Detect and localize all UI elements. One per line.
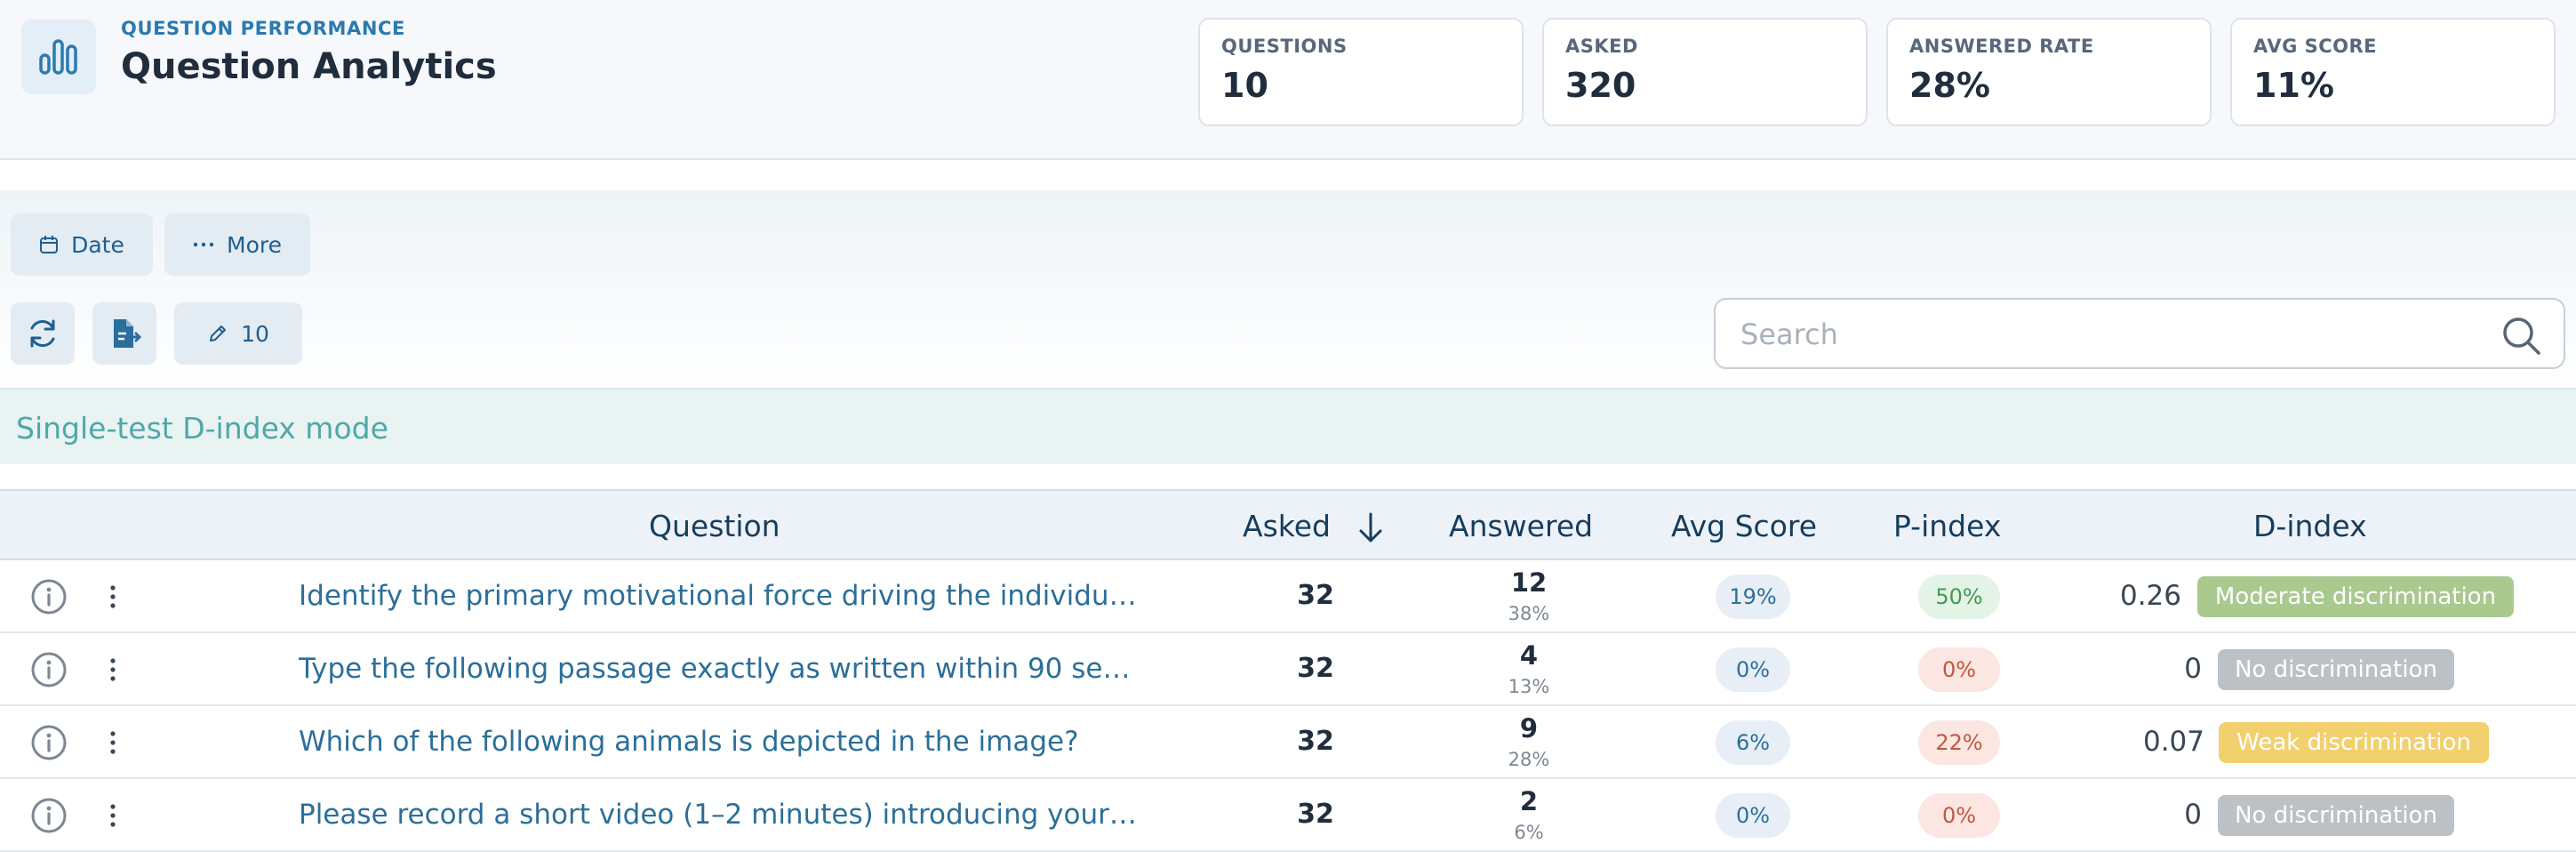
p-index-pill: 0% <box>1918 647 2000 692</box>
row-menu-icon[interactable] <box>105 583 121 610</box>
logo <box>21 20 96 94</box>
p-index-pill: 22% <box>1918 720 2000 765</box>
stat-card-avg-score: AVG SCORE 11% <box>2230 18 2556 126</box>
d-index-badge: No discrimination <box>2218 649 2454 690</box>
stat-label: QUESTIONS <box>1221 36 1348 57</box>
answered-count: 4 <box>1519 640 1539 671</box>
asked-count: 32 <box>1297 580 1334 611</box>
question-count-button[interactable]: 10 <box>174 302 302 365</box>
page-header: QUESTION PERFORMANCE Question Analytics … <box>0 0 2576 160</box>
stat-card-questions: QUESTIONS 10 <box>1198 18 1524 126</box>
d-index-value: 0 <box>2184 653 2202 685</box>
table-row[interactable]: Identify the primary motivational force … <box>0 560 2576 633</box>
avg-score-pill: 0% <box>1716 647 1790 692</box>
answered-count: 12 <box>1510 567 1548 598</box>
calendar-icon <box>40 236 59 253</box>
more-filters-button[interactable]: More <box>164 213 310 276</box>
info-icon[interactable] <box>30 651 68 688</box>
date-filter-label: Date <box>71 231 124 258</box>
stat-value: 11% <box>2253 66 2334 105</box>
question-link[interactable]: Identify the primary motivational force … <box>299 580 1143 612</box>
sort-desc-arrow-icon[interactable] <box>1353 510 1388 546</box>
row-menu-icon[interactable] <box>105 729 121 756</box>
mode-banner-text: Single-test D-index mode <box>16 411 388 446</box>
question-count-label: 10 <box>241 320 269 347</box>
more-filters-label: More <box>227 231 282 258</box>
search-icon[interactable] <box>2500 314 2542 357</box>
table-row[interactable]: Which of the following animals is depict… <box>0 706 2576 779</box>
d-index-value: 0.07 <box>2142 726 2204 758</box>
refresh-button[interactable] <box>11 302 75 365</box>
p-index-pill: 0% <box>1918 793 2000 838</box>
stat-card-answered-rate: ANSWERED RATE 28% <box>1886 18 2212 126</box>
pencil-icon <box>210 326 227 342</box>
answered-percent: 28% <box>1508 749 1550 770</box>
stat-value: 320 <box>1565 66 1636 105</box>
asked-count: 32 <box>1297 799 1334 830</box>
asked-count: 32 <box>1297 653 1334 684</box>
export-file-icon <box>114 319 141 348</box>
avg-score-pill: 0% <box>1716 793 1790 838</box>
answered-count: 9 <box>1519 713 1539 743</box>
more-dots-icon <box>193 242 214 247</box>
info-icon[interactable] <box>30 578 68 615</box>
table-row[interactable]: Type the following passage exactly as wr… <box>0 633 2576 706</box>
p-index-pill: 50% <box>1918 575 2000 619</box>
date-filter-button[interactable]: Date <box>11 213 153 276</box>
d-index-value: 0 <box>2184 799 2202 831</box>
refresh-icon <box>30 319 55 348</box>
stat-label: ANSWERED RATE <box>1909 36 2094 57</box>
avg-score-pill: 19% <box>1716 575 1790 619</box>
d-index-badge: No discrimination <box>2218 795 2454 836</box>
d-index-badge: Weak discrimination <box>2219 722 2489 763</box>
info-icon[interactable] <box>30 797 68 834</box>
mode-banner: Single-test D-index mode <box>0 388 2576 464</box>
answered-percent: 13% <box>1508 676 1550 697</box>
stat-label: ASKED <box>1565 36 1638 57</box>
answered-percent: 38% <box>1508 603 1550 624</box>
column-header-d-index[interactable]: D-index <box>2253 509 2367 543</box>
d-index-value: 0.26 <box>2119 580 2181 612</box>
column-header-question[interactable]: Question <box>649 509 780 543</box>
search-box <box>1714 298 2565 369</box>
search-input[interactable] <box>1740 316 2469 353</box>
answered-count: 2 <box>1519 786 1539 816</box>
column-header-avg-score[interactable]: Avg Score <box>1671 509 1817 543</box>
asked-count: 32 <box>1297 726 1334 757</box>
question-link[interactable]: Please record a short video (1–2 minutes… <box>299 799 1143 831</box>
stat-card-asked: ASKED 320 <box>1542 18 1868 126</box>
row-menu-icon[interactable] <box>105 656 121 683</box>
export-button[interactable] <box>92 302 156 365</box>
stat-label: AVG SCORE <box>2253 36 2378 57</box>
answered-percent: 6% <box>1514 822 1544 843</box>
stat-value: 28% <box>1909 66 1990 105</box>
table-header: Question Asked Answered Avg Score P-inde… <box>0 489 2576 560</box>
question-link[interactable]: Which of the following animals is depict… <box>299 726 1143 758</box>
column-header-answered[interactable]: Answered <box>1449 509 1593 543</box>
bar-chart-icon <box>39 39 77 75</box>
table-row[interactable]: Please record a short video (1–2 minutes… <box>0 779 2576 852</box>
page-title: Question Analytics <box>121 46 497 87</box>
page-eyebrow: QUESTION PERFORMANCE <box>121 18 406 39</box>
stat-value: 10 <box>1221 66 1268 105</box>
avg-score-pill: 6% <box>1716 720 1790 765</box>
row-menu-icon[interactable] <box>105 802 121 829</box>
question-link[interactable]: Type the following passage exactly as wr… <box>299 653 1143 685</box>
d-index-badge: Moderate discrimination <box>2197 576 2514 617</box>
info-icon[interactable] <box>30 724 68 761</box>
column-header-asked[interactable]: Asked <box>1243 509 1331 543</box>
column-header-p-index[interactable]: P-index <box>1893 509 2001 543</box>
